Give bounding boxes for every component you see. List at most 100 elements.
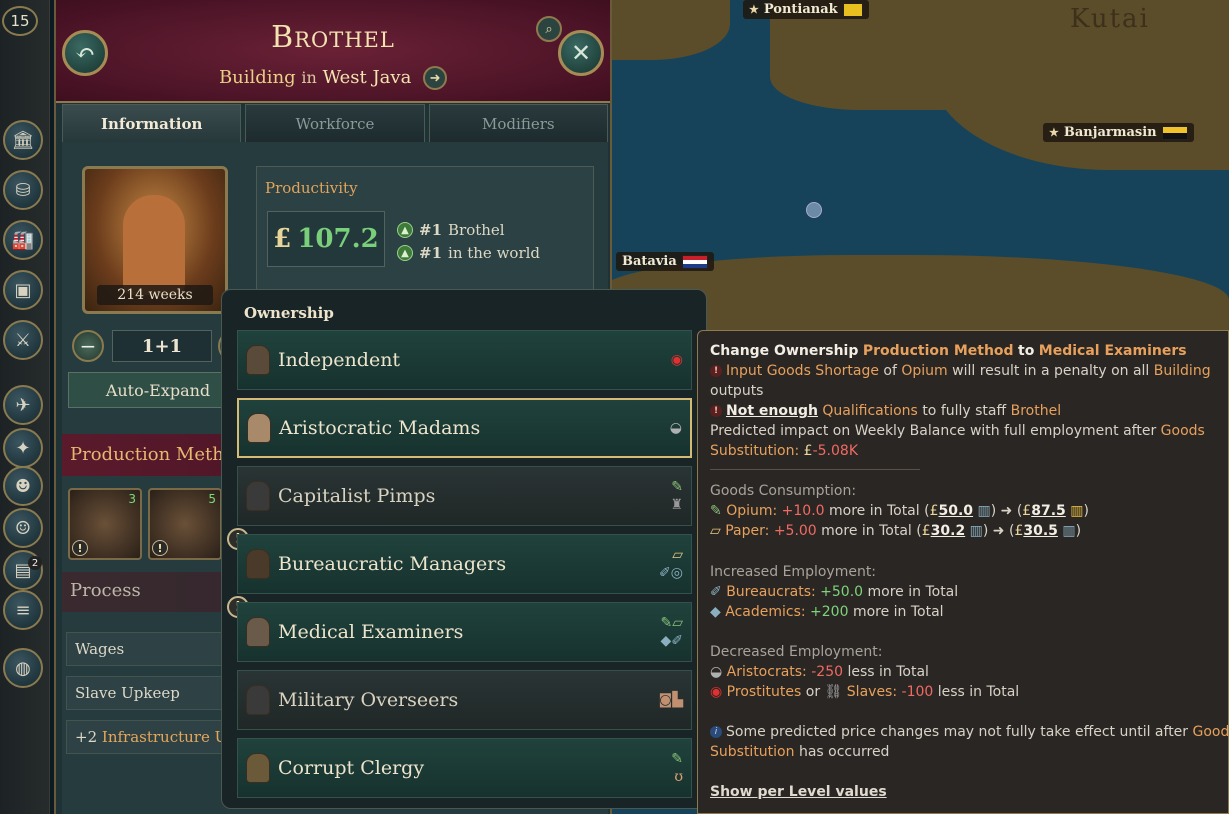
- price-icon: ▥: [969, 523, 983, 539]
- swords-icon[interactable]: ⚔: [3, 320, 43, 360]
- opium-icon: ✎: [671, 479, 683, 495]
- tt-text: +10.0: [781, 503, 825, 519]
- tt-text: 30.5: [1023, 523, 1058, 539]
- tt-text: Change Ownership: [710, 343, 859, 359]
- option-label: Medical Examiners: [278, 621, 464, 643]
- search-icon: ⌕: [545, 21, 553, 37]
- goto-location-button[interactable]: ➜: [423, 66, 448, 90]
- tt-text: Paper:: [725, 523, 770, 539]
- flag-icon: [1161, 125, 1188, 140]
- decrease-level-button[interactable]: −: [72, 330, 104, 362]
- managers-portrait-icon: [246, 549, 270, 579]
- aristocrats-icon: ◒: [710, 664, 723, 680]
- productivity-label: Productivity: [265, 179, 358, 197]
- tt-text: Medical Examiners: [1038, 343, 1187, 359]
- tt-text: +50.0: [820, 584, 864, 600]
- tt-text: 30.2: [930, 523, 966, 539]
- scroll-icon[interactable]: ≡: [3, 590, 43, 630]
- location-link[interactable]: West Java: [323, 67, 412, 88]
- bureaucrats-icon: ✐: [710, 584, 722, 600]
- factory-icon[interactable]: 🏭: [3, 220, 43, 260]
- tt-text: Substitution:: [710, 443, 800, 459]
- tt-text: -100: [901, 684, 934, 700]
- map-label-text: Batavia: [622, 254, 677, 269]
- ownership-option-military-overseers[interactable]: Military Overseers ◙▙: [237, 670, 692, 730]
- tt-text: Predicted impact on Weekly Balance with …: [710, 423, 1157, 439]
- tab-workforce[interactable]: Workforce: [245, 104, 425, 142]
- tt-text: Goods: [1160, 423, 1205, 439]
- building-level: 1+1: [112, 330, 212, 362]
- map-label-banjarmasin[interactable]: ★ Banjarmasin: [1043, 123, 1194, 142]
- pm-count: 3: [128, 492, 136, 506]
- goods-heading: Goods Consumption:: [710, 483, 857, 499]
- ownership-option-aristocratic-madams[interactable]: Aristocratic Madams ◒: [237, 398, 692, 458]
- opium-icon: ✎▱: [660, 615, 684, 631]
- option-label: Military Overseers: [278, 689, 459, 711]
- ownership-dropdown: Ownership Independent ◉ Aristocratic Mad…: [221, 289, 707, 809]
- close-icon: ✕: [570, 39, 592, 67]
- ownership-option-bureaucratic-managers[interactable]: Bureaucratic Managers ▱ ✐◎: [237, 534, 692, 594]
- opium-icon: ✎: [671, 751, 683, 767]
- clergy-portrait-icon: [246, 753, 270, 783]
- tt-text: or: [805, 684, 821, 700]
- emp-aristocrats: ◒ Aristocrats: -250 less in Total: [710, 662, 929, 682]
- tab-bar: Information Workforce Modifiers: [62, 104, 608, 142]
- tt-text: less in Total: [937, 684, 1020, 700]
- tt-text: 50.0: [938, 503, 974, 519]
- tt-text: Input Goods Shortage: [726, 363, 879, 379]
- mask-icon[interactable]: ☻: [3, 466, 43, 506]
- production-method-card[interactable]: 3 !: [68, 488, 142, 560]
- overseers-portrait-icon: [246, 685, 270, 715]
- tt-text: Substitution: [710, 744, 795, 760]
- crate-icon[interactable]: ▣: [3, 270, 43, 310]
- option-goods: ✎ ʊ: [671, 751, 683, 785]
- option-goods: ✎ ♜: [670, 479, 683, 513]
- map-label-batavia[interactable]: Batavia: [616, 252, 714, 271]
- productivity-box: Productivity £ 107.2 ▲ #1 Brothel ▲ #1 i…: [256, 166, 594, 296]
- pm-count: 5: [208, 492, 216, 506]
- option-label: Aristocratic Madams: [279, 417, 481, 439]
- paper-icon: ▱: [672, 547, 683, 563]
- money-icon[interactable]: ⛁: [3, 170, 43, 210]
- tab-modifiers[interactable]: Modifiers: [428, 104, 608, 142]
- weeks-label: 214 weeks: [97, 285, 213, 305]
- ownership-option-corrupt-clergy[interactable]: Corrupt Clergy ✎ ʊ: [237, 738, 692, 798]
- close-button[interactable]: ✕: [558, 30, 604, 76]
- ownership-option-capitalist-pimps[interactable]: Capitalist Pimps ✎ ♜: [237, 466, 692, 526]
- building-subtitle: Building in West Java ➜: [56, 66, 610, 90]
- goods-paper: ▱ Paper: +5.00 more in Total (£30.2 ▥) ➜…: [710, 523, 1082, 539]
- left-sidebar: 15 🏛 ⛁ 🏭 ▣ ⚔ ✈ ✦ ☻ ☺ ▤ 2 ≡ ◍: [0, 0, 50, 814]
- map-label-pontianak[interactable]: ★ Pontianak: [743, 0, 869, 19]
- option-label: Independent: [278, 349, 401, 371]
- show-per-level-link[interactable]: Show per Level values: [710, 782, 887, 802]
- tt-text: less in Total: [847, 664, 929, 680]
- date-badge[interactable]: 15: [2, 6, 38, 36]
- dove-icon[interactable]: ✈: [3, 385, 43, 425]
- warning-icon: !: [152, 540, 168, 556]
- government-icon[interactable]: 🏛: [3, 120, 43, 160]
- emp-bureaucrats: ✐ Bureaucrats: +50.0 more in Total: [710, 582, 958, 602]
- option-goods: ◒: [670, 420, 682, 436]
- tt-text: Prostitutes: [726, 684, 802, 700]
- divider: [710, 469, 920, 470]
- ownership-option-medical-examiners[interactable]: Medical Examiners ✎▱ ◆✐: [237, 602, 692, 662]
- pimps-portrait-icon: [246, 481, 270, 511]
- option-goods: ◙▙: [659, 692, 683, 708]
- zoom-button[interactable]: ⌕: [536, 16, 562, 42]
- tt-text: Opium: [901, 363, 948, 379]
- tab-information[interactable]: Information: [62, 104, 242, 142]
- tt-text: has occurred: [798, 744, 890, 760]
- rank-text: in the world: [448, 244, 541, 262]
- academics-icon: ◆: [710, 604, 721, 620]
- ownership-option-independent[interactable]: Independent ◉: [237, 330, 692, 390]
- tt-text: more in Total: [852, 604, 944, 620]
- people-icon[interactable]: ☺: [3, 508, 43, 548]
- productivity-value[interactable]: £ 107.2: [267, 211, 385, 267]
- info-icon: i: [710, 726, 722, 738]
- tt-text: Aristocrats:: [726, 664, 807, 680]
- globe-icon[interactable]: ◍: [3, 648, 43, 688]
- production-method-card[interactable]: 5 !: [148, 488, 222, 560]
- lightbulb-icon[interactable]: ✦: [3, 428, 43, 468]
- tt-text: of: [883, 363, 897, 379]
- unit-marker-icon[interactable]: [806, 202, 822, 218]
